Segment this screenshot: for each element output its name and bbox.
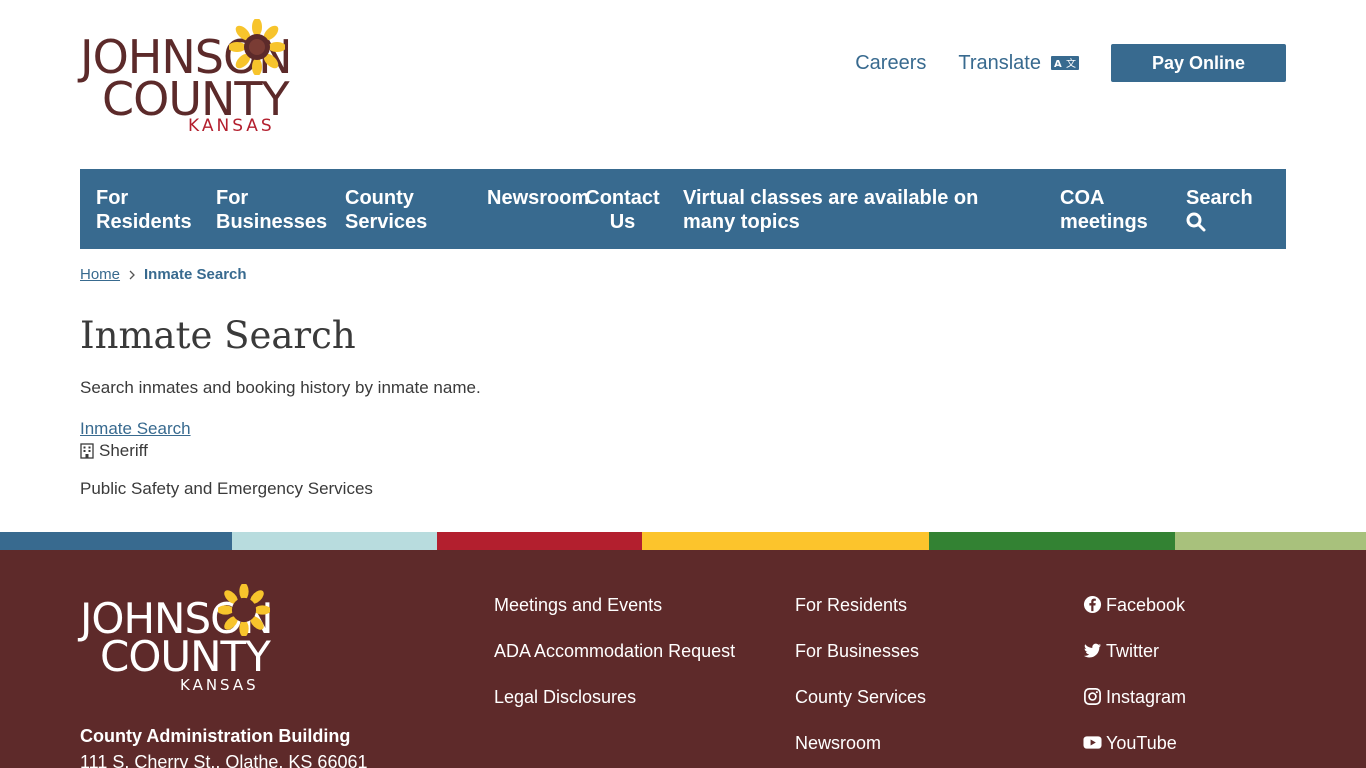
instagram-icon [1084,688,1101,705]
logo-line-kansas: KANSAS [188,116,275,136]
footer-link-for-businesses[interactable]: For Businesses [795,641,926,687]
footer-logo-line-county: COUNTY [100,632,271,681]
search-icon [1186,212,1206,232]
nav-item-for-residents[interactable]: For Residents [96,186,196,234]
stripe-green [929,532,1175,550]
nav-item-virtual-classes[interactable]: Virtual classes are available on many to… [683,186,1028,234]
building-icon [80,443,94,459]
facebook-label: Facebook [1106,595,1186,615]
category-label: Public Safety and Emergency Services [80,479,373,498]
nav-search-label: Search [1186,187,1253,209]
color-stripe [0,532,1366,550]
page-title: Inmate Search [80,314,356,357]
footer-social-links: Facebook Twitter Instagram YouTube [1083,595,1186,768]
page-description: Search inmates and booking history by in… [80,378,481,397]
sunflower-icon [229,19,285,75]
stripe-light-teal [232,532,437,550]
stripe-light-green [1175,532,1366,550]
instagram-link[interactable]: Instagram [1083,687,1186,733]
facebook-link[interactable]: Facebook [1083,595,1186,641]
site-footer: JOHNSON COUNTY KANSAS County Administrat… [0,550,1366,768]
footer-link-for-residents[interactable]: For Residents [795,595,926,641]
careers-link[interactable]: Careers [855,52,926,75]
utility-links: Careers Translate A 文 Pay Online [855,44,1286,82]
youtube-icon [1083,736,1102,749]
footer-logo-line-kansas: KANSAS [180,676,259,694]
breadcrumb-current: Inmate Search [144,266,247,283]
sunflower-icon [218,584,270,636]
main-nav: For Residents For Businesses County Serv… [80,169,1286,249]
johnson-county-logo[interactable]: JOHNSON COUNTY KANSAS [80,16,316,136]
nav-item-search[interactable]: Search [1186,186,1276,232]
footer-links-column-2: For Residents For Businesses County Serv… [795,595,926,768]
nav-item-coa-meetings[interactable]: COA meetings [1060,186,1160,234]
stripe-blue [0,532,232,550]
stripe-yellow [642,532,929,550]
twitter-icon [1083,643,1102,658]
twitter-label: Twitter [1106,641,1160,661]
department-label: Sheriff [80,441,148,461]
chevron-right-icon [129,270,135,279]
footer-link-county-services[interactable]: County Services [795,687,926,733]
footer-link-legal-disclosures[interactable]: Legal Disclosures [494,687,735,733]
svg-text:文: 文 [1066,57,1076,70]
facebook-icon [1083,595,1102,614]
site-header: JOHNSON COUNTY KANSAS Careers Translate [0,0,1366,169]
stripe-red [437,532,642,550]
nav-item-county-services[interactable]: County Services [345,186,445,234]
youtube-link[interactable]: YouTube [1083,733,1186,768]
footer-link-ada-request[interactable]: ADA Accommodation Request [494,641,735,687]
department-name: Sheriff [99,441,148,460]
footer-link-newsroom[interactable]: Newsroom [795,733,926,768]
translate-link[interactable]: Translate A 文 [958,52,1079,75]
svg-text:A: A [1054,59,1062,70]
footer-address-title: County Administration Building [80,726,351,746]
footer-address-line: 111 S. Cherry St., Olathe, KS 66061 [80,752,368,768]
footer-links-column-1: Meetings and Events ADA Accommodation Re… [494,595,735,733]
nav-item-for-businesses[interactable]: For Businesses [216,186,327,234]
inmate-search-link[interactable]: Inmate Search [80,419,191,439]
footer-link-meetings-events[interactable]: Meetings and Events [494,595,735,641]
breadcrumb: Home Inmate Search [80,266,247,283]
instagram-label: Instagram [1106,687,1187,707]
nav-item-newsroom[interactable]: Newsroom [487,186,589,210]
nav-item-contact-us[interactable]: Contact Us [585,186,660,234]
translate-icon: A 文 [1051,56,1079,70]
footer-logo[interactable]: JOHNSON COUNTY KANSAS [80,584,300,694]
twitter-link[interactable]: Twitter [1083,641,1186,687]
youtube-label: YouTube [1106,733,1177,753]
breadcrumb-home-link[interactable]: Home [80,266,120,283]
translate-label: Translate [958,51,1041,74]
pay-online-button[interactable]: Pay Online [1111,44,1286,82]
